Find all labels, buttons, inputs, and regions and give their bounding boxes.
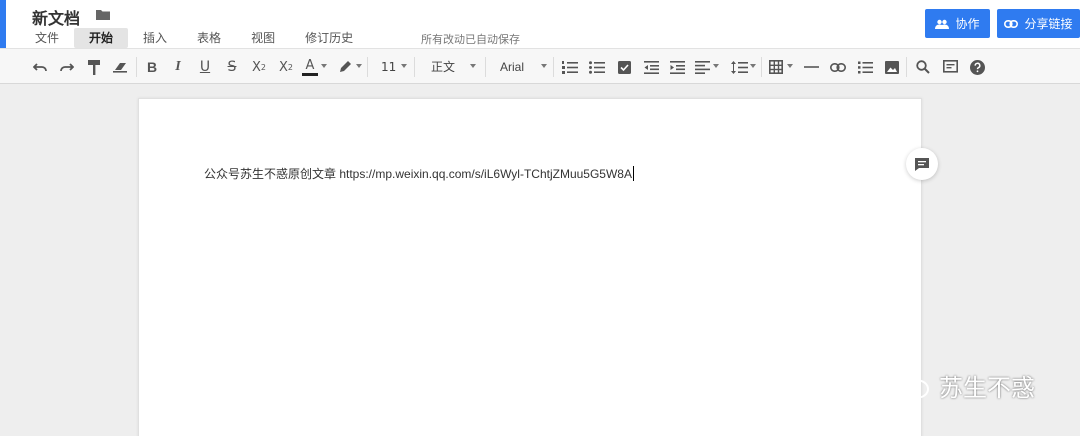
document-text-line[interactable]: 公众号苏生不惑原创文章 https://mp.weixin.qq.com/s/i… (204, 165, 634, 182)
link-icon[interactable] (827, 56, 849, 78)
font-color-icon[interactable]: A (299, 56, 321, 78)
toolbar-divider (761, 57, 762, 77)
menu-view[interactable]: 视图 (236, 28, 290, 48)
highlight-dropdown[interactable] (356, 64, 362, 68)
folder-icon[interactable] (96, 9, 110, 20)
menu-insert[interactable]: 插入 (128, 28, 182, 48)
list-style-icon[interactable] (854, 56, 876, 78)
font-size-dropdown[interactable] (401, 64, 407, 68)
highlight-icon[interactable] (334, 56, 356, 78)
toolbar-divider (485, 57, 486, 77)
collaborate-label: 协作 (955, 17, 980, 31)
text-cursor (632, 166, 634, 181)
table-icon[interactable] (765, 56, 787, 78)
toolbar-divider (906, 57, 907, 77)
superscript-icon[interactable]: X2 (248, 56, 270, 78)
paragraph-style-select[interactable]: 正文 (431, 57, 455, 77)
format-painter-icon[interactable] (83, 56, 105, 78)
checkbox-icon[interactable] (613, 56, 635, 78)
menu-start[interactable]: 开始 (74, 28, 129, 48)
toolbar-divider (553, 57, 554, 77)
document-text: 公众号苏生不惑原创文章 https://mp.weixin.qq.com/s/i… (204, 167, 632, 181)
people-icon (935, 19, 950, 29)
help-icon[interactable] (966, 56, 988, 78)
font-family-select[interactable]: Arial (500, 57, 524, 77)
redo-icon[interactable] (55, 56, 77, 78)
link-icon (1004, 19, 1019, 28)
wechat-logo-icon (894, 371, 929, 398)
share-link-button[interactable]: 分享链接 (997, 9, 1080, 38)
toolbar-divider (414, 57, 415, 77)
menu-bar: 文件 开始 插入 表格 视图 修订历史 (20, 28, 368, 48)
unordered-list-icon[interactable] (586, 56, 608, 78)
document-title[interactable]: 新文档 (32, 5, 80, 29)
watermark: 苏生不惑 (893, 368, 1035, 403)
outdent-icon[interactable] (640, 56, 662, 78)
undo-icon[interactable] (29, 56, 51, 78)
line-spacing-icon[interactable] (728, 56, 750, 78)
toolbar-divider (136, 57, 137, 77)
line-spacing-dropdown[interactable] (750, 64, 756, 68)
comment-icon (915, 157, 929, 171)
share-link-label: 分享链接 (1024, 17, 1073, 31)
comment-panel-icon[interactable] (939, 56, 961, 78)
accent-bar (0, 0, 6, 48)
image-icon[interactable] (881, 56, 903, 78)
horizontal-rule-icon[interactable] (800, 56, 822, 78)
align-icon[interactable] (691, 56, 713, 78)
bold-icon[interactable]: B (141, 56, 163, 78)
paragraph-style-dropdown[interactable] (470, 64, 476, 68)
underline-icon[interactable]: U (194, 56, 216, 78)
table-dropdown[interactable] (787, 64, 793, 68)
font-size-select[interactable]: 11 (381, 57, 396, 77)
app-header: 新文档 文件 开始 插入 表格 视图 修订历史 所有改动已自动保存 协作 分享链… (0, 0, 1080, 48)
menu-table[interactable]: 表格 (182, 28, 236, 48)
align-dropdown[interactable] (713, 64, 719, 68)
indent-icon[interactable] (666, 56, 688, 78)
clear-format-icon[interactable] (109, 56, 131, 78)
add-comment-button[interactable] (906, 148, 938, 180)
document-page[interactable]: 公众号苏生不惑原创文章 https://mp.weixin.qq.com/s/i… (138, 98, 922, 436)
formatting-toolbar: B I U S X2 X2 A 11 正文 Arial (0, 48, 1080, 84)
search-icon[interactable] (912, 56, 934, 78)
menu-revision-history[interactable]: 修订历史 (290, 28, 368, 48)
italic-icon[interactable]: I (167, 56, 189, 78)
font-family-dropdown[interactable] (541, 64, 547, 68)
toolbar-divider (367, 57, 368, 77)
collaborate-button[interactable]: 协作 (925, 9, 990, 38)
watermark-text: 苏生不惑 (939, 374, 1035, 402)
ordered-list-icon[interactable] (559, 56, 581, 78)
menu-file[interactable]: 文件 (20, 28, 74, 48)
strikethrough-icon[interactable]: S (221, 56, 243, 78)
font-color-dropdown[interactable] (321, 64, 327, 68)
autosave-status: 所有改动已自动保存 (421, 33, 520, 46)
subscript-icon[interactable]: X2 (275, 56, 297, 78)
